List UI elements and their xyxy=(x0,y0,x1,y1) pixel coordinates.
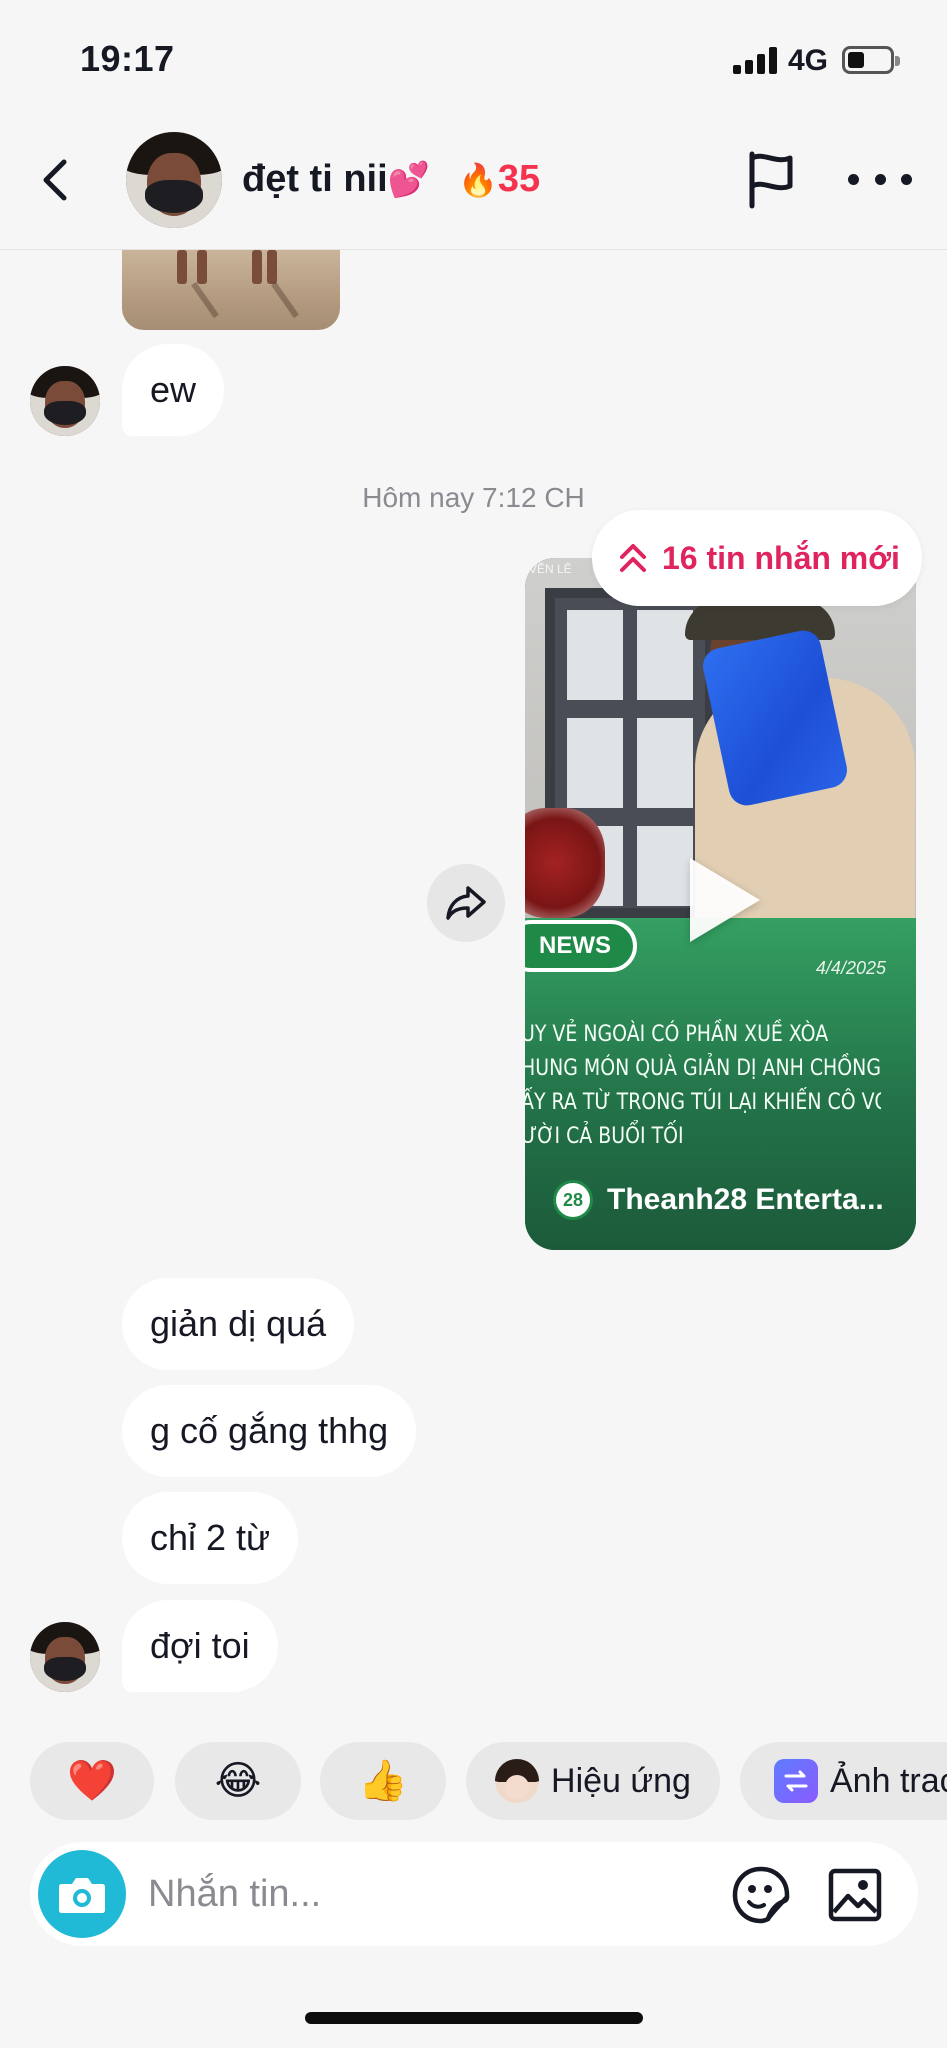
message-input[interactable] xyxy=(148,1842,708,1946)
report-button[interactable] xyxy=(740,148,802,210)
channel-name: Theanh28 Enterta... xyxy=(607,1183,884,1216)
video-watermark: VẼN LÊ xyxy=(529,562,572,576)
album-label: Ảnh trac xyxy=(830,1761,947,1800)
share-arrow-icon xyxy=(446,886,486,920)
camera-button[interactable] xyxy=(38,1850,126,1938)
quick-reply-heart[interactable]: ❤️ xyxy=(30,1742,154,1820)
previous-photo-message[interactable] xyxy=(122,250,340,330)
video-date: 4/4/2025 xyxy=(815,958,886,978)
heart-icon: ❤️ xyxy=(67,1759,117,1803)
gallery-button[interactable] xyxy=(826,1866,884,1924)
contact-name[interactable]: đẹt ti nii💕 xyxy=(242,158,430,201)
message-bubble[interactable]: đợi toi xyxy=(122,1600,278,1692)
message-text: g cố gắng thhg xyxy=(150,1410,389,1451)
contact-name-text: đẹt ti nii xyxy=(242,158,388,200)
more-dots-icon xyxy=(848,173,859,185)
image-icon xyxy=(828,1868,882,1922)
status-time: 19:17 xyxy=(80,38,175,79)
message-text: ew xyxy=(150,369,197,410)
sticker-button[interactable] xyxy=(730,1864,792,1926)
message-bubble[interactable]: chỉ 2 từ xyxy=(122,1492,299,1584)
quick-reply-album[interactable]: Ảnh trac xyxy=(740,1742,947,1820)
signal-icon xyxy=(733,46,777,74)
network-label: 4G xyxy=(788,44,829,77)
effects-label: Hiệu ứng xyxy=(551,1761,691,1800)
quick-reply-thumbs-up[interactable]: 👍 xyxy=(320,1742,446,1820)
caption-line: ƯỜI CẢ BUỔI TỐI xyxy=(525,1124,684,1149)
home-indicator[interactable] xyxy=(305,2012,643,2024)
quick-reply-laugh[interactable]: 😂 xyxy=(175,1742,301,1820)
sender-avatar[interactable] xyxy=(30,1622,100,1692)
news-badge: NEWS xyxy=(525,920,637,972)
chat-header: đẹt ti nii💕 🔥35 xyxy=(0,120,947,250)
quick-reply-bar: ❤️ 😂 👍 Hiệu ứng Ảnh trac xyxy=(0,1742,947,1820)
streak-badge[interactable]: 🔥35 xyxy=(458,158,540,201)
video-channel[interactable]: 28 Theanh28 Enterta... xyxy=(553,1180,884,1220)
message-bubble[interactable]: giản dị quá xyxy=(122,1278,355,1370)
more-options-button[interactable] xyxy=(848,164,912,194)
caption-line: ẤY RA TỪ TRONG TÚI LẠI KHIẾN CÔ VỢ xyxy=(525,1090,881,1115)
camera-icon xyxy=(59,1878,105,1913)
contact-avatar[interactable] xyxy=(126,132,222,228)
quick-reply-effects[interactable]: Hiệu ứng xyxy=(466,1742,720,1820)
caption-line: UY VẺ NGOÀI CÓ PHẦN XUỀ XÒA xyxy=(525,1022,829,1047)
streak-count: 35 xyxy=(497,158,541,200)
hearts-icon: 💕 xyxy=(387,161,430,199)
message-bubble[interactable]: g cố gắng thhg xyxy=(122,1385,417,1477)
message-text: chỉ 2 từ xyxy=(150,1517,271,1558)
message-text: đợi toi xyxy=(150,1625,250,1666)
play-icon[interactable] xyxy=(690,858,760,942)
flag-icon xyxy=(749,151,793,209)
message-composer xyxy=(30,1842,918,1946)
share-button[interactable] xyxy=(427,864,505,942)
video-caption: UY VẺ NGOÀI CÓ PHẦN XUỀ XÒA HUNG MÓN QUÀ… xyxy=(525,1018,881,1154)
sticker-icon xyxy=(732,1866,790,1924)
channel-logo: 28 xyxy=(553,1180,593,1220)
thumbs-up-icon: 👍 xyxy=(358,1759,408,1803)
laughing-emoji-icon: 😂 xyxy=(214,1759,262,1803)
double-chevron-up-icon xyxy=(620,544,646,572)
flame-icon: 🔥 xyxy=(458,162,498,198)
new-messages-pill[interactable]: 16 tin nhắn mới xyxy=(592,510,922,606)
album-icon xyxy=(774,1759,818,1803)
message-bubble[interactable]: ew xyxy=(122,344,225,436)
shared-video-card[interactable]: VẼN LÊ NEWS 4/4/2025 UY VẺ NGOÀI CÓ PHẦN… xyxy=(525,558,916,1250)
battery-icon xyxy=(842,46,900,74)
message-text: giản dị quá xyxy=(150,1303,327,1344)
back-button[interactable] xyxy=(30,150,80,210)
effect-avatar-icon xyxy=(495,1759,540,1803)
chevron-left-icon xyxy=(43,159,67,201)
new-messages-label: 16 tin nhắn mới xyxy=(662,539,900,576)
caption-line: HUNG MÓN QUÀ GIẢN DỊ ANH CHỒNG xyxy=(525,1056,881,1081)
status-bar: 19:17 4G xyxy=(0,0,947,120)
sender-avatar[interactable] xyxy=(30,366,100,436)
